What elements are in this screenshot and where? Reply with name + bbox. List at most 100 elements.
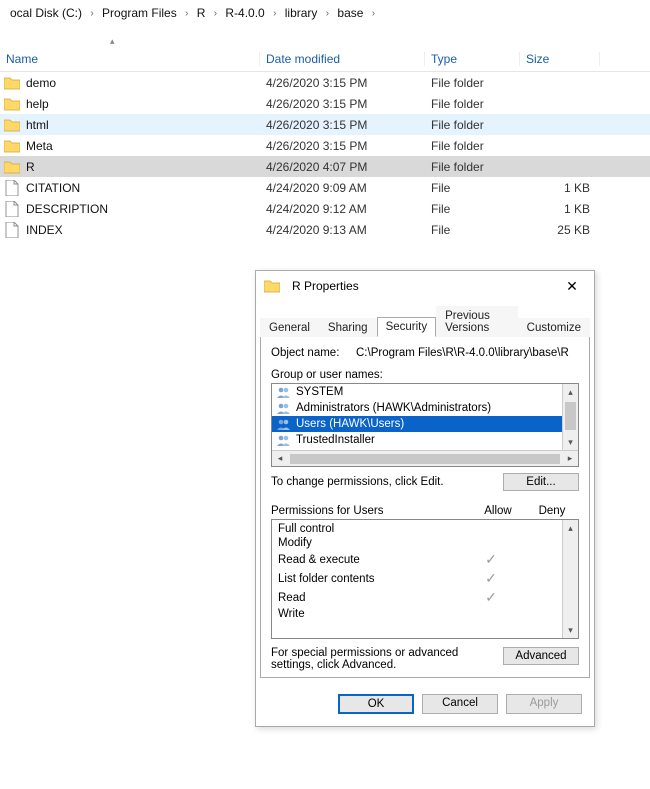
- permission-name: Write: [278, 608, 464, 620]
- file-name: help: [26, 97, 49, 111]
- col-name[interactable]: ▴ Name: [0, 52, 260, 66]
- file-type: File folder: [425, 160, 520, 174]
- group-item[interactable]: SYSTEM: [272, 384, 578, 400]
- breadcrumb-item[interactable]: Program Files: [98, 4, 181, 22]
- group-item[interactable]: Users (HAWK\Users): [272, 416, 578, 432]
- file-type: File: [425, 202, 520, 216]
- apply-button[interactable]: Apply: [506, 694, 582, 714]
- users-icon: [276, 401, 292, 415]
- file-row[interactable]: R4/26/2020 4:07 PMFile folder: [0, 156, 650, 177]
- chevron-right-icon: ›: [86, 8, 98, 19]
- file-type: File folder: [425, 139, 520, 153]
- permission-name: List folder contents: [278, 573, 464, 585]
- file-row[interactable]: INDEX4/24/2020 9:13 AMFile25 KB: [0, 219, 650, 240]
- folder-icon: [4, 96, 20, 112]
- chevron-right-icon: ›: [367, 8, 379, 19]
- breadcrumb-item[interactable]: base: [333, 4, 367, 22]
- scroll-thumb[interactable]: [565, 402, 576, 430]
- col-date[interactable]: Date modified: [260, 52, 425, 66]
- file-size: 1 KB: [520, 202, 600, 216]
- file-type: File folder: [425, 118, 520, 132]
- permission-allow: ✓: [464, 589, 518, 606]
- breadcrumb-item[interactable]: R: [193, 4, 210, 22]
- permission-name: Read & execute: [278, 554, 464, 566]
- permission-allow: ✓: [464, 570, 518, 587]
- group-listbox[interactable]: SYSTEM Administrators (HAWK\Administrator…: [271, 383, 579, 467]
- file-row[interactable]: help 4/26/2020 3:15 PMFile folder: [0, 93, 650, 114]
- ok-button[interactable]: OK: [338, 694, 414, 714]
- perm-vscrollbar[interactable]: ▴ ▾: [562, 520, 578, 638]
- group-name: SYSTEM: [296, 386, 343, 398]
- group-item[interactable]: Administrators (HAWK\Administrators): [272, 400, 578, 416]
- chevron-right-icon: ›: [269, 8, 281, 19]
- file-name: CITATION: [26, 181, 80, 195]
- file-row[interactable]: Meta4/26/2020 3:15 PMFile folder: [0, 135, 650, 156]
- file-type: File folder: [425, 97, 520, 111]
- file-date: 4/24/2020 9:12 AM: [260, 202, 425, 216]
- hscroll-thumb[interactable]: [290, 454, 560, 464]
- advanced-button[interactable]: Advanced: [503, 647, 579, 665]
- scroll-left-icon[interactable]: ◂: [272, 451, 288, 466]
- file-row[interactable]: html4/26/2020 3:15 PMFile folder: [0, 114, 650, 135]
- file-size: 25 KB: [520, 223, 600, 237]
- breadcrumb-item[interactable]: library: [281, 4, 322, 22]
- scroll-up-icon[interactable]: ▴: [563, 384, 578, 400]
- column-headers: ▴ Name Date modified Type Size: [0, 46, 650, 72]
- chevron-right-icon: ›: [321, 8, 333, 19]
- close-button[interactable]: ✕: [558, 275, 586, 297]
- permissions-listbox[interactable]: Full controlModifyRead & execute✓List fo…: [271, 519, 579, 639]
- file-name: html: [26, 118, 49, 132]
- vscrollbar[interactable]: ▴ ▾: [562, 384, 578, 450]
- scroll-right-icon[interactable]: ▸: [562, 451, 578, 466]
- col-size[interactable]: Size: [520, 52, 600, 66]
- properties-dialog: R Properties ✕ GeneralSharingSecurityPre…: [255, 270, 595, 727]
- scroll-down-icon[interactable]: ▾: [563, 434, 578, 450]
- file-row[interactable]: demo4/26/2020 3:15 PMFile folder: [0, 72, 650, 93]
- users-icon: [276, 417, 292, 431]
- dialog-titlebar[interactable]: R Properties ✕: [256, 271, 594, 301]
- breadcrumb-item[interactable]: ocal Disk (C:): [6, 4, 86, 22]
- file-date: 4/24/2020 9:09 AM: [260, 181, 425, 195]
- tab-sharing[interactable]: Sharing: [319, 318, 377, 337]
- users-icon: [276, 433, 292, 447]
- hscrollbar[interactable]: ◂ ▸: [272, 450, 578, 466]
- permission-row: Write: [272, 607, 578, 621]
- file-list: demo4/26/2020 3:15 PMFile folderhelp4/26…: [0, 72, 650, 240]
- file-date: 4/24/2020 9:13 AM: [260, 223, 425, 237]
- file-row[interactable]: CITATION 4/24/2020 9:09 AMFile1 KB: [0, 177, 650, 198]
- tab-previous-versions[interactable]: Previous Versions: [436, 306, 518, 337]
- scroll-down-icon[interactable]: ▾: [563, 622, 578, 638]
- permissions-title: Permissions for Users: [271, 505, 383, 517]
- group-item[interactable]: TrustedInstaller: [272, 432, 578, 448]
- file-name: demo: [26, 76, 56, 90]
- object-name-label: Object name:: [271, 347, 356, 359]
- sort-indicator-icon: ▴: [110, 36, 115, 47]
- file-date: 4/26/2020 3:15 PM: [260, 97, 425, 111]
- col-date-label: Date modified: [266, 52, 340, 66]
- file-icon: [4, 222, 20, 238]
- dialog-title: R Properties: [292, 279, 359, 293]
- chevron-right-icon: ›: [209, 8, 221, 19]
- permission-row: Read✓: [272, 588, 578, 607]
- permission-row: Modify: [272, 536, 578, 550]
- file-date: 4/26/2020 3:15 PM: [260, 76, 425, 90]
- file-name: INDEX: [26, 223, 63, 237]
- group-name: Administrators (HAWK\Administrators): [296, 402, 491, 414]
- breadcrumb-item[interactable]: R-4.0.0: [221, 4, 268, 22]
- tab-general[interactable]: General: [260, 318, 319, 337]
- col-type[interactable]: Type: [425, 52, 520, 66]
- folder-icon: [4, 159, 20, 175]
- edit-button[interactable]: Edit...: [503, 473, 579, 491]
- close-icon: ✕: [566, 278, 578, 295]
- file-size: 1 KB: [520, 181, 600, 195]
- file-date: 4/26/2020 3:15 PM: [260, 139, 425, 153]
- tab-customize[interactable]: Customize: [518, 318, 590, 337]
- scroll-up-icon[interactable]: ▴: [563, 520, 578, 536]
- file-row[interactable]: DESCRIPTION4/24/2020 9:12 AMFile1 KB: [0, 198, 650, 219]
- perm-allow-header: Allow: [471, 505, 525, 517]
- cancel-button[interactable]: Cancel: [422, 694, 498, 714]
- file-type: File: [425, 181, 520, 195]
- tab-security[interactable]: Security: [377, 317, 437, 337]
- permission-name: Read: [278, 592, 464, 604]
- group-name: TrustedInstaller: [296, 434, 375, 446]
